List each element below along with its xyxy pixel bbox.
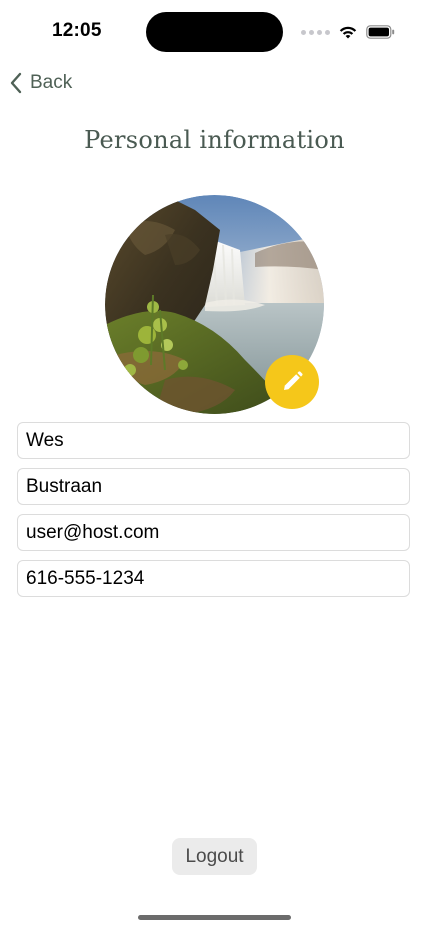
back-label: Back <box>30 72 73 93</box>
dynamic-island <box>146 12 283 52</box>
back-button[interactable]: Back <box>8 68 72 98</box>
email-field[interactable] <box>17 514 410 551</box>
page-title: Personal information <box>84 126 345 154</box>
wifi-icon <box>339 26 357 38</box>
battery-icon <box>366 25 395 39</box>
home-indicator[interactable] <box>138 915 291 920</box>
pencil-icon <box>284 371 303 390</box>
first-name-field[interactable] <box>17 422 410 459</box>
avatar-container <box>105 195 324 414</box>
status-bar: 12:05 <box>0 0 429 62</box>
logout-button[interactable]: Logout <box>172 838 257 875</box>
status-icons <box>301 22 395 42</box>
phone-field[interactable] <box>17 560 410 597</box>
chevron-left-icon <box>10 72 22 94</box>
status-time: 12:05 <box>52 20 102 41</box>
cellular-signal-icon <box>301 29 330 35</box>
last-name-field[interactable] <box>17 468 410 505</box>
edit-avatar-button[interactable] <box>265 355 319 409</box>
